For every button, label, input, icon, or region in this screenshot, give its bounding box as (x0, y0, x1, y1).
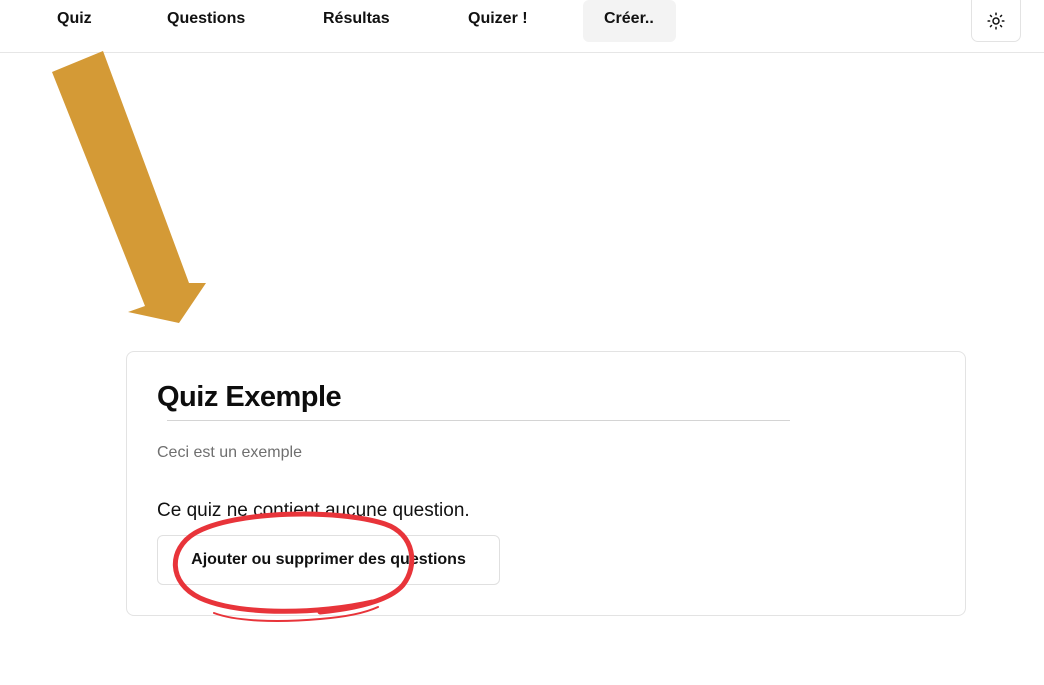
nav-item-results[interactable]: Résultas (302, 0, 411, 42)
annotation-arrow (52, 51, 206, 323)
sun-icon (987, 12, 1005, 30)
nav-item-questions[interactable]: Questions (146, 0, 266, 42)
add-remove-questions-button[interactable]: Ajouter ou supprimer des questions (157, 535, 500, 585)
page: Quiz Questions Résultas Quizer ! Créer..… (0, 0, 1044, 685)
quiz-description: Ceci est un exemple (157, 444, 302, 461)
empty-questions-message: Ce quiz ne contient aucune question. (157, 500, 470, 521)
top-navigation: Quiz Questions Résultas Quizer ! Créer.. (0, 0, 1044, 53)
nav-item-create[interactable]: Créer.. (583, 0, 676, 42)
title-divider (167, 420, 790, 421)
quiz-card: Quiz Exemple Ceci est un exemple Ce quiz… (126, 351, 966, 616)
theme-toggle-button[interactable] (971, 0, 1021, 42)
nav-item-quizzer[interactable]: Quizer ! (447, 0, 549, 42)
quiz-title: Quiz Exemple (157, 381, 342, 413)
nav-item-quiz[interactable]: Quiz (36, 0, 113, 42)
